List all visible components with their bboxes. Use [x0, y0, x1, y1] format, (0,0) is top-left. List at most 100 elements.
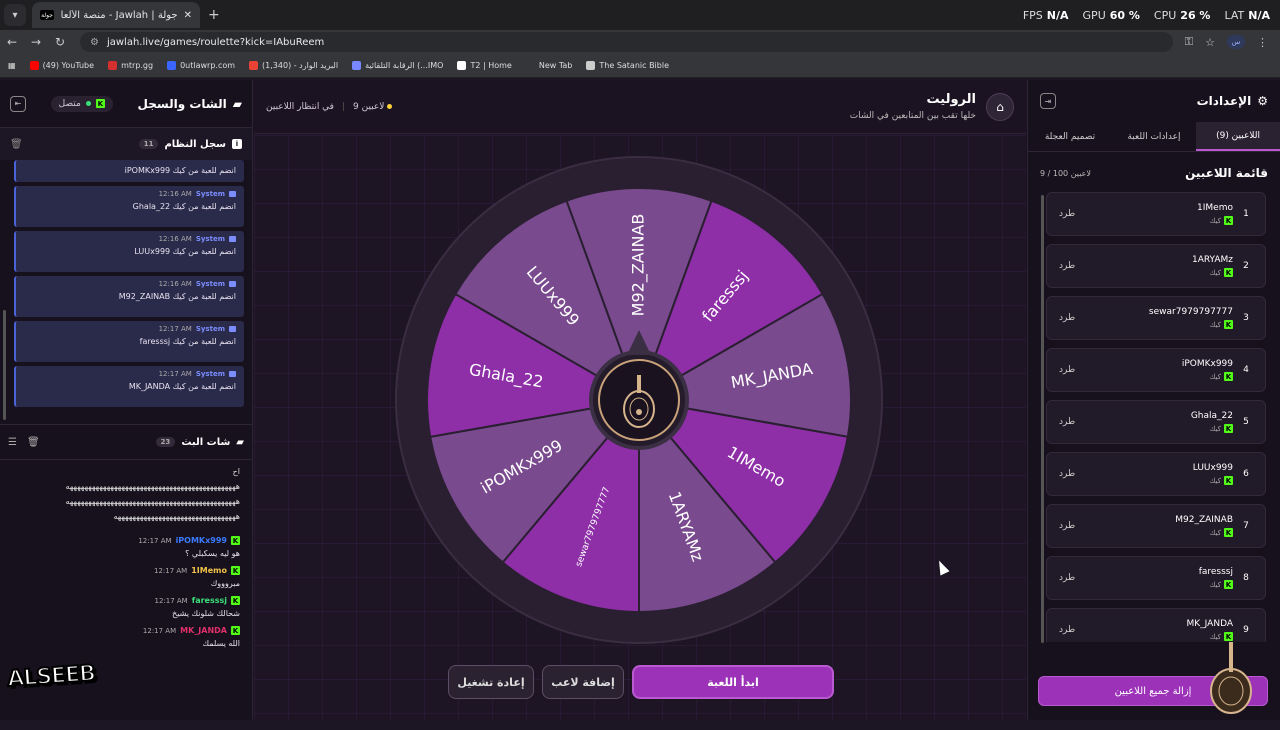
live-chat-title: 23 شات البث ▰ [155, 436, 244, 448]
bookmark-inbox[interactable]: البريد الوارد - (1,340) [249, 61, 338, 70]
bookmark-new-tab[interactable]: New Tab [525, 61, 572, 70]
roulette-wheel[interactable]: M92_ZAINAB faresssjMK_JANDA1IMemo1ARYAMzs… [394, 155, 884, 645]
collapse-settings-icon[interactable]: ⇥ [1040, 93, 1056, 109]
tab-game-settings[interactable]: إعدادات اللعبة [1112, 122, 1196, 151]
streamer-watermark-logo: ALSEEB [6, 660, 97, 693]
player-number: 5 [1243, 417, 1249, 427]
url-field[interactable]: ⚙ jawlah.live/games/roulette?kick=IAbuRe… [80, 32, 1173, 52]
player-row: 3 sewar7979797777 K كيك طرد [1046, 296, 1266, 340]
tab-search-button[interactable]: ▾ [4, 4, 26, 26]
player-info: M92_ZAINAB K كيك [1075, 515, 1239, 537]
document-icon [586, 61, 596, 70]
chat-bubble-icon: ▰ [232, 96, 242, 111]
tab-wheel-design[interactable]: تصميم العجلة [1028, 122, 1112, 151]
bookmark-mtrp[interactable]: mtrp.gg [108, 61, 153, 70]
kick-logo-icon: K [231, 566, 240, 575]
player-list-count: 9 / 100 لاعبين [1040, 168, 1091, 178]
player-number: 6 [1243, 469, 1249, 479]
system-log-count: 11 [138, 139, 159, 149]
bookmark-star-icon[interactable]: ☆ [1205, 36, 1215, 49]
chat-spam-text: هههههههههههههههههههههههههههههههههههههههه… [65, 497, 240, 506]
kick-player-button[interactable]: طرد [1059, 521, 1075, 531]
player-source: K كيك [1209, 372, 1233, 381]
perf-lat: LAT N/A [1224, 8, 1270, 22]
settings-header: ⇥ الإعدادات ⚙ [1028, 80, 1280, 122]
restart-button[interactable]: إعادة تشغيل [448, 665, 534, 699]
browser-menu-icon[interactable]: ⋮ [1257, 36, 1268, 49]
chat-spam-text: اح [232, 467, 240, 476]
player-name: 1IMemo [1197, 203, 1233, 213]
site-info-icon[interactable]: ⚙ [90, 37, 99, 48]
home-button[interactable]: ⌂ [986, 92, 1014, 121]
waiting-status: في انتظار اللاعبين [266, 101, 334, 112]
kick-player-button[interactable]: طرد [1059, 209, 1075, 219]
apps-grid-icon[interactable]: ▦ [8, 61, 16, 70]
player-source: K كيك [1209, 528, 1233, 537]
system-log-header: 🗑 11 سجل النظام i [0, 128, 252, 160]
clear-log-trash-icon[interactable]: 🗑 [10, 139, 23, 150]
profile-avatar[interactable]: س [1227, 35, 1245, 49]
bookmark-satanic-bible[interactable]: The Satanic Bible [586, 61, 669, 70]
player-info: faresssj K كيك [1075, 567, 1239, 589]
bookmark-youtube[interactable]: (49) YouTube [29, 61, 94, 70]
gmail-icon [249, 61, 259, 70]
player-name: 1ARYAMz [1191, 255, 1233, 265]
kick-player-button[interactable]: طرد [1059, 365, 1075, 375]
player-number: 2 [1243, 261, 1249, 271]
chat-panel: ⇤ متصل K الشات والسجل ▰ 🗑 11 سجل النظام … [0, 80, 253, 720]
kick-player-button[interactable]: طرد [1059, 573, 1075, 583]
player-number: 8 [1243, 573, 1249, 583]
chat-panel-title: الشات والسجل ▰ [137, 96, 242, 111]
collapse-panel-icon[interactable]: ⇤ [10, 95, 26, 112]
outlaw-icon [167, 61, 177, 70]
player-name: MK_JANDA [1186, 619, 1233, 629]
bookmark-imo[interactable]: الرقابة التلقائية (...IMO [352, 61, 443, 70]
forward-icon[interactable]: → [24, 35, 48, 49]
kick-player-button[interactable]: طرد [1059, 469, 1075, 479]
player-info: sewar7979797777 K كيك [1075, 307, 1239, 329]
browser-tab[interactable]: جولة جولة | Jawlah - منصة الألعاب الت...… [32, 2, 200, 28]
player-row: 7 M92_ZAINAB K كيك طرد [1046, 504, 1266, 548]
kick-player-button[interactable]: طرد [1059, 417, 1075, 427]
kick-logo-icon: K [1224, 424, 1233, 433]
bookmark-outlawrp[interactable]: 0utlawrp.com [167, 61, 235, 70]
clear-chat-trash-icon[interactable]: 🗑 [27, 437, 40, 448]
start-game-button[interactable]: ابدأ اللعبة [632, 665, 834, 699]
oud-logo-icon [1210, 642, 1252, 714]
tab-players[interactable]: اللاعبين (9) [1196, 122, 1280, 151]
kick-logo-icon: K [95, 99, 105, 108]
system-message: 12:17 AM System faresssj انضم للعبة من كي… [14, 321, 244, 362]
player-count-status: 9 لاعبين [353, 102, 395, 112]
player-info: 1ARYAMz K كيك [1075, 255, 1239, 277]
new-tab-button[interactable]: + [208, 7, 220, 23]
game-area: في انتظار اللاعبين | 9 لاعبين الروليت خل… [254, 80, 1026, 720]
player-source: K كيك [1209, 424, 1233, 433]
kick-player-button[interactable]: طرد [1059, 625, 1075, 635]
system-log-title: 11 سجل النظام i [138, 139, 242, 150]
url-text: jawlah.live/games/roulette?kick=IAbuReem [106, 36, 325, 48]
kick-logo-icon: K [1224, 268, 1233, 277]
player-row: 4 iPOMKx999 K كيك طرد [1046, 348, 1266, 392]
live-chat-header: ☰ 🗑 23 شات البث ▰ [0, 424, 252, 460]
live-chat-count: 23 [155, 437, 176, 447]
mouse-cursor [934, 558, 950, 576]
password-key-icon[interactable]: ⚿ [1185, 35, 1193, 49]
page-icon [525, 61, 535, 70]
perf-gpu: GPU 60 % [1082, 8, 1140, 22]
player-name: sewar7979797777 [1148, 307, 1233, 317]
add-player-button[interactable]: إضافة لاعب [542, 665, 624, 699]
filter-lines-icon[interactable]: ☰ [8, 437, 17, 448]
tab-close-icon[interactable]: ✕ [184, 10, 192, 21]
reload-icon[interactable]: ↻ [48, 35, 72, 49]
system-icon [229, 326, 236, 332]
back-icon[interactable]: ← [0, 35, 24, 49]
kick-player-button[interactable]: طرد [1059, 313, 1075, 323]
bookmark-t2[interactable]: T2 | Home [457, 61, 512, 70]
chat-message: 12:17 AM MK_JANDA K الله يسلمك [142, 626, 240, 648]
system-log-scrollbar[interactable] [3, 310, 6, 420]
kick-logo-icon: K [1224, 372, 1233, 381]
info-icon: i [232, 139, 242, 149]
kick-player-button[interactable]: طرد [1059, 261, 1075, 271]
home-icon: ⌂ [996, 99, 1004, 114]
chat-bubble-icon: ▰ [236, 436, 244, 448]
